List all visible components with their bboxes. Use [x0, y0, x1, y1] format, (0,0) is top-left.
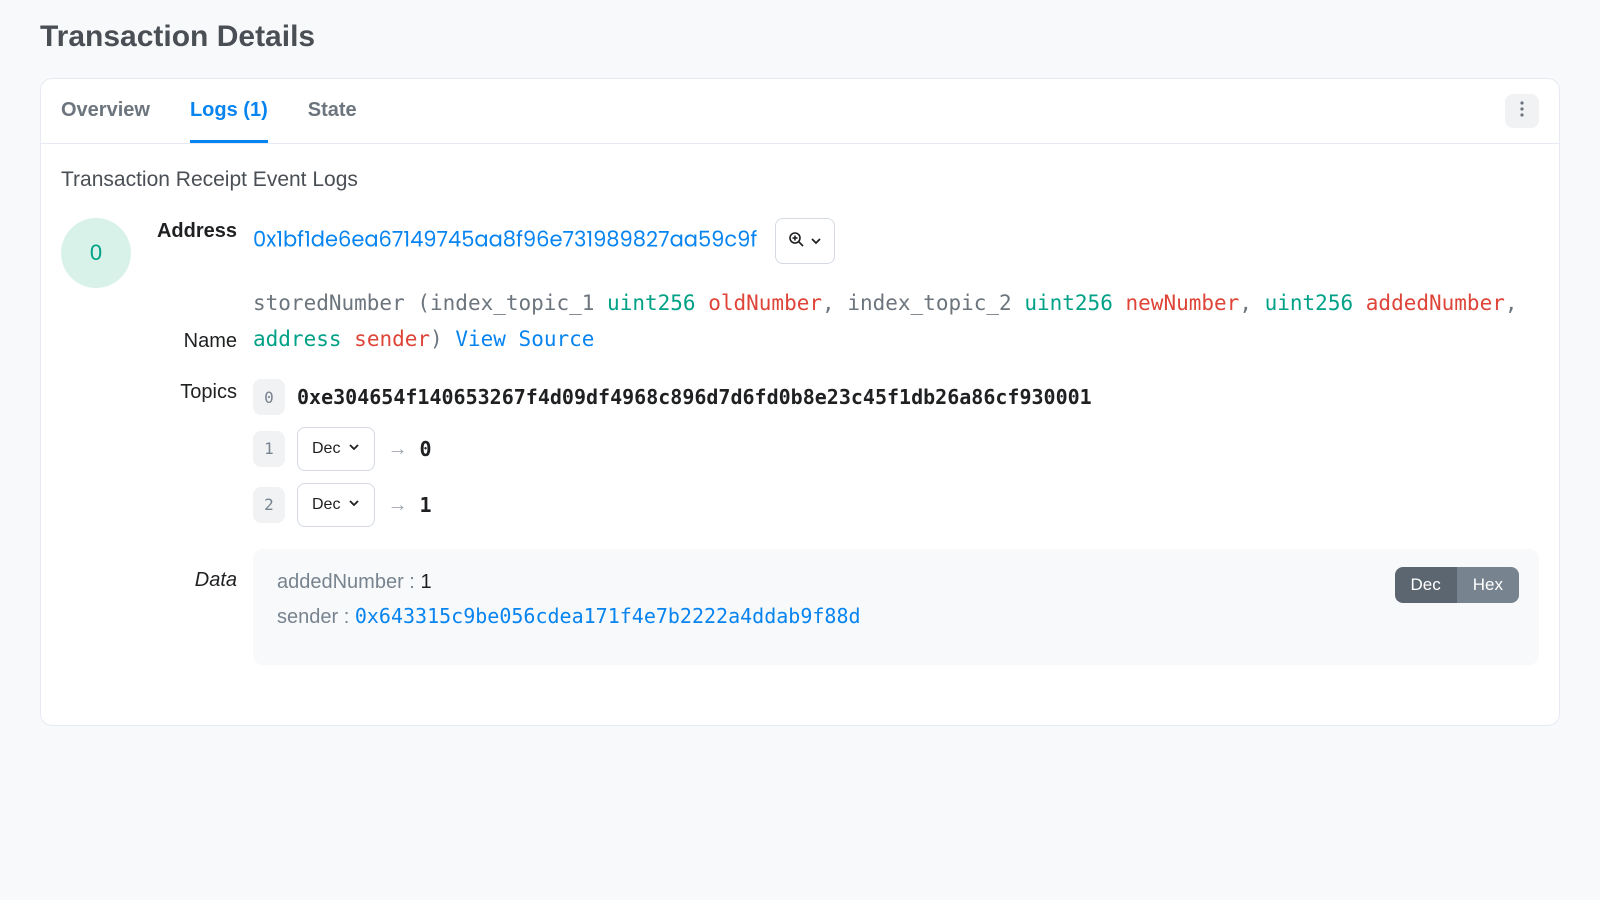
name-label: Name	[153, 328, 253, 357]
topic-value: 1	[419, 489, 431, 521]
topic-format-select[interactable]: Dec	[297, 427, 375, 471]
page-title: Transaction Details	[40, 20, 1560, 54]
log-entry: 0 Address 0x1bf1de6ea67149745aa8f96e7319…	[61, 218, 1539, 665]
sender-address-link[interactable]: 0x643315c9be056cdea171f4e7b2222a4ddab9f8…	[355, 604, 861, 628]
toggle-hex-button[interactable]: Hex	[1457, 567, 1519, 603]
topic-index: 0	[253, 379, 285, 415]
event-signature: storedNumber (index_topic_1 uint256 oldN…	[253, 286, 1539, 357]
tabs-row: Overview Logs (1) State	[41, 79, 1559, 144]
data-line-sender: sender : 0x643315c9be056cdea171f4e7b2222…	[277, 604, 1515, 629]
toggle-dec-button[interactable]: Dec	[1395, 567, 1457, 603]
topic-row-0: 0 0xe304654f140653267f4d09df4968c896d7d6…	[253, 379, 1539, 415]
arrow-right-icon: →	[387, 433, 407, 465]
log-index-badge: 0	[61, 218, 131, 288]
tab-overview[interactable]: Overview	[61, 79, 150, 143]
topic-row-1: 1 Dec → 0	[253, 427, 1539, 471]
data-line-addednumber: addedNumber : 1	[277, 571, 1515, 594]
topics-label: Topics	[153, 379, 253, 526]
data-box: Dec Hex addedNumber : 1 sender : 0x64331…	[253, 549, 1539, 665]
data-label: Data	[153, 549, 253, 665]
kebab-icon	[1520, 101, 1524, 122]
contract-address-link[interactable]: 0x1bf1de6ea67149745aa8f96e731989827aa59c…	[253, 225, 757, 254]
chevron-down-icon	[810, 225, 822, 257]
section-title: Transaction Receipt Event Logs	[61, 168, 1539, 192]
tab-state[interactable]: State	[308, 79, 357, 143]
view-source-link[interactable]: View Source	[455, 327, 594, 351]
topic-format-select[interactable]: Dec	[297, 483, 375, 527]
address-filter-button[interactable]	[775, 218, 835, 264]
chevron-down-icon	[348, 492, 360, 518]
details-card: Overview Logs (1) State Transaction Rece…	[40, 78, 1560, 726]
arrow-right-icon: →	[387, 489, 407, 521]
more-options-button[interactable]	[1505, 94, 1539, 128]
address-label: Address	[153, 218, 253, 264]
topic-row-2: 2 Dec → 1	[253, 483, 1539, 527]
chevron-down-icon	[348, 436, 360, 462]
topic-hash: 0xe304654f140653267f4d09df4968c896d7d6fd…	[297, 381, 1092, 413]
tab-logs[interactable]: Logs (1)	[190, 79, 268, 143]
data-format-toggle: Dec Hex	[1395, 567, 1519, 603]
zoom-in-icon	[788, 225, 804, 257]
topic-index: 2	[253, 487, 285, 523]
topic-value: 0	[419, 433, 431, 465]
topic-index: 1	[253, 431, 285, 467]
